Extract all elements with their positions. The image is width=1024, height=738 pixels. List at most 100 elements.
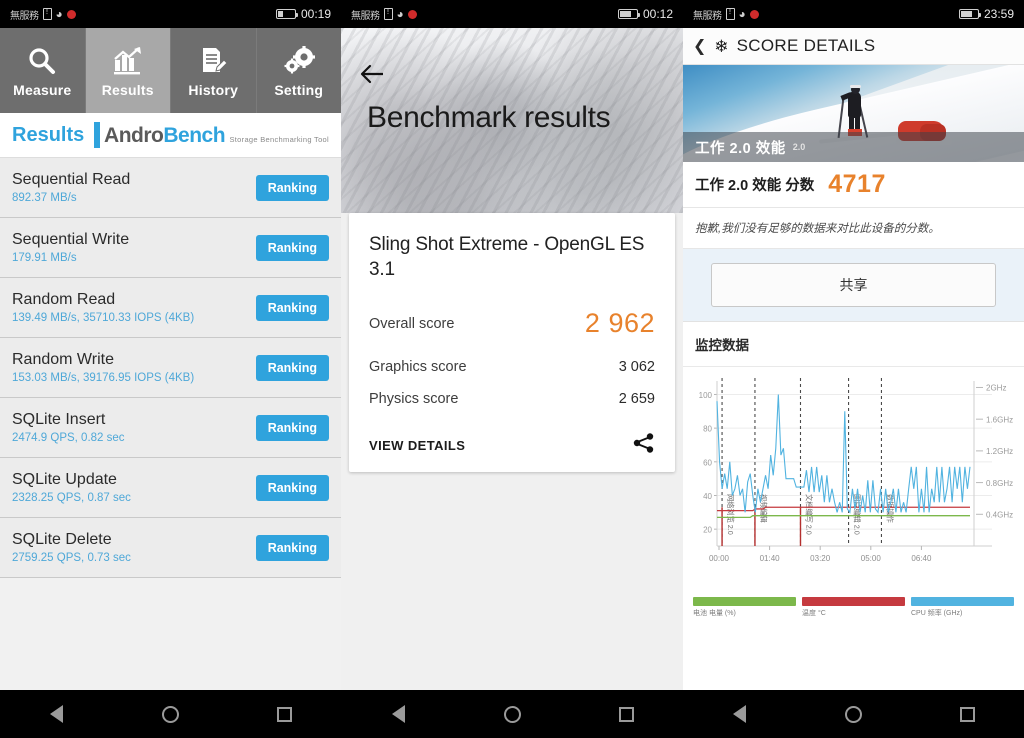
- tab-history[interactable]: History: [171, 28, 257, 113]
- row-title: Random Write: [12, 351, 114, 368]
- score-list: Overall score 2 962 Graphics score 3 062…: [369, 308, 655, 407]
- android-nav-bar: [683, 690, 1024, 738]
- status-time: 00:12: [642, 7, 673, 21]
- ranking-button[interactable]: Ranking: [255, 234, 329, 261]
- battery-icon: [958, 9, 981, 19]
- status-time: 23:59: [983, 7, 1014, 21]
- ranking-button[interactable]: Ranking: [255, 174, 329, 201]
- tab-results-label: Results: [101, 81, 154, 98]
- legend-label: 电池 电量 (%): [693, 610, 736, 617]
- row-title: SQLite Insert: [12, 411, 106, 428]
- phone-screen-3dmark: 無服務 ◕ 00:12 Benchmark results Sling Shot…: [341, 0, 683, 738]
- score-value: 2 659: [618, 391, 655, 408]
- tab-history-label: History: [188, 81, 239, 98]
- row-value: 892.37 MB/s: [12, 192, 77, 204]
- share-button[interactable]: 共享: [711, 263, 996, 307]
- back-arrow-icon[interactable]: [359, 64, 385, 89]
- table-row[interactable]: Random Write 153.03 MB/s, 39176.95 IOPS …: [0, 338, 341, 398]
- row-title: Random Read: [12, 291, 116, 308]
- nav-recents-button[interactable]: [944, 691, 990, 737]
- document-pen-icon: [198, 44, 228, 78]
- row-title: Sequential Write: [12, 231, 130, 248]
- wifi-icon: ◕: [396, 7, 404, 21]
- table-row[interactable]: SQLite Delete 2759.25 QPS, 0.73 sec Rank…: [0, 518, 341, 578]
- ranking-button[interactable]: Ranking: [255, 294, 329, 321]
- svg-text:40: 40: [703, 492, 712, 501]
- svg-text:0.8GHz: 0.8GHz: [986, 479, 1013, 488]
- ranking-button[interactable]: Ranking: [255, 354, 329, 381]
- ranking-button[interactable]: Ranking: [255, 474, 329, 501]
- tab-setting[interactable]: Setting: [257, 28, 342, 113]
- status-bar-pcmark: 無服務 ◕ 23:59: [683, 0, 1024, 28]
- androbench-section-header: Results AndroBench Storage Benchmarking …: [0, 113, 341, 158]
- home-circle-icon: [503, 705, 521, 723]
- tab-measure[interactable]: Measure: [0, 28, 86, 113]
- svg-text:60: 60: [703, 458, 712, 467]
- recents-square-icon: [276, 706, 292, 722]
- pcmark-app-bar: ❮ ❄ SCORE DETAILS: [683, 28, 1024, 65]
- recents-square-icon: [618, 706, 634, 722]
- three-phone-screenshots: 無服務 ◕ 00:19 Measure: [0, 0, 1024, 738]
- sim-card-icon: [725, 7, 735, 20]
- score-row-graphics: Graphics score 3 062: [369, 359, 655, 375]
- recording-icon: [66, 9, 76, 19]
- row-title: Sequential Read: [12, 171, 131, 188]
- nav-back-button[interactable]: [34, 691, 80, 737]
- legend-swatch: [693, 597, 796, 606]
- row-title: SQLite Update: [12, 471, 117, 488]
- nav-back-button[interactable]: [375, 691, 421, 737]
- score-value: 3 062: [618, 359, 655, 376]
- nav-recents-button[interactable]: [261, 691, 307, 737]
- nav-home-button[interactable]: [830, 691, 876, 737]
- android-nav-bar: [341, 690, 683, 738]
- banner-version: 2.0: [792, 142, 806, 152]
- home-circle-icon: [844, 705, 862, 723]
- svg-text:01:40: 01:40: [760, 554, 781, 563]
- nav-home-button[interactable]: [489, 691, 535, 737]
- status-bar-androbench: 無服務 ◕ 00:19: [0, 0, 341, 28]
- svg-text:80: 80: [703, 425, 712, 434]
- tab-results[interactable]: Results: [85, 28, 171, 113]
- banner-label-strip: 工作 2.0 效能 2.0: [683, 132, 1024, 162]
- table-row[interactable]: Random Read 139.49 MB/s, 35710.33 IOPS (…: [0, 278, 341, 338]
- pcmark-body: ❮ ❄ SCORE DETAILS 工作 2.0 效能 2.0 工作 2.0 效…: [683, 28, 1024, 690]
- row-value: 2474.9 QPS, 0.82 sec: [12, 432, 125, 444]
- table-row[interactable]: SQLite Update 2328.25 QPS, 0.87 sec Rank…: [0, 458, 341, 518]
- phone-screen-androbench: 無服務 ◕ 00:19 Measure: [0, 0, 341, 738]
- androbench-tab-bar: Measure Results History Setting: [0, 28, 341, 113]
- nav-home-button[interactable]: [147, 691, 193, 737]
- back-triangle-icon: [50, 705, 64, 723]
- tab-setting-label: Setting: [274, 81, 324, 98]
- score-value: 4717: [828, 170, 886, 198]
- nav-back-button[interactable]: [717, 691, 763, 737]
- recording-icon: [749, 9, 759, 19]
- svg-text:03:20: 03:20: [810, 554, 831, 563]
- row-title: SQLite Delete: [12, 531, 112, 548]
- svg-text:1.2GHz: 1.2GHz: [986, 447, 1013, 456]
- home-circle-icon: [161, 705, 179, 723]
- carrier-label: 無服務: [351, 10, 380, 22]
- tab-measure-label: Measure: [13, 81, 72, 98]
- score-value: 2 962: [584, 308, 655, 339]
- magnifier-icon: [27, 44, 57, 78]
- svg-text:2GHz: 2GHz: [986, 384, 1006, 393]
- nav-recents-button[interactable]: [603, 691, 649, 737]
- ranking-button[interactable]: Ranking: [255, 534, 329, 561]
- benchmark-results-list: Sequential Read 892.37 MB/s Ranking Sequ…: [0, 158, 341, 578]
- page-title: Benchmark results: [367, 101, 611, 134]
- share-icon[interactable]: [633, 433, 655, 458]
- svg-text:00:00: 00:00: [709, 554, 730, 563]
- score-label: 工作 2.0 效能 分数: [695, 178, 815, 194]
- benchmark-result-card: Sling Shot Extreme - OpenGL ES 3.1 Overa…: [349, 213, 675, 473]
- ranking-button[interactable]: Ranking: [255, 414, 329, 441]
- table-row[interactable]: Sequential Write 179.91 MB/s Ranking: [0, 218, 341, 278]
- wifi-icon: ◕: [55, 7, 63, 21]
- share-button-container: 共享: [683, 249, 1024, 322]
- legend-item-temperature: 温度 °C: [802, 597, 905, 618]
- score-row-overall: Overall score 2 962: [369, 308, 655, 339]
- table-row[interactable]: Sequential Read 892.37 MB/s Ranking: [0, 158, 341, 218]
- table-row[interactable]: SQLite Insert 2474.9 QPS, 0.82 sec Ranki…: [0, 398, 341, 458]
- sim-card-icon: [42, 7, 52, 20]
- view-details-button[interactable]: VIEW DETAILS: [369, 438, 465, 453]
- back-chevron-icon[interactable]: ❮: [693, 36, 706, 56]
